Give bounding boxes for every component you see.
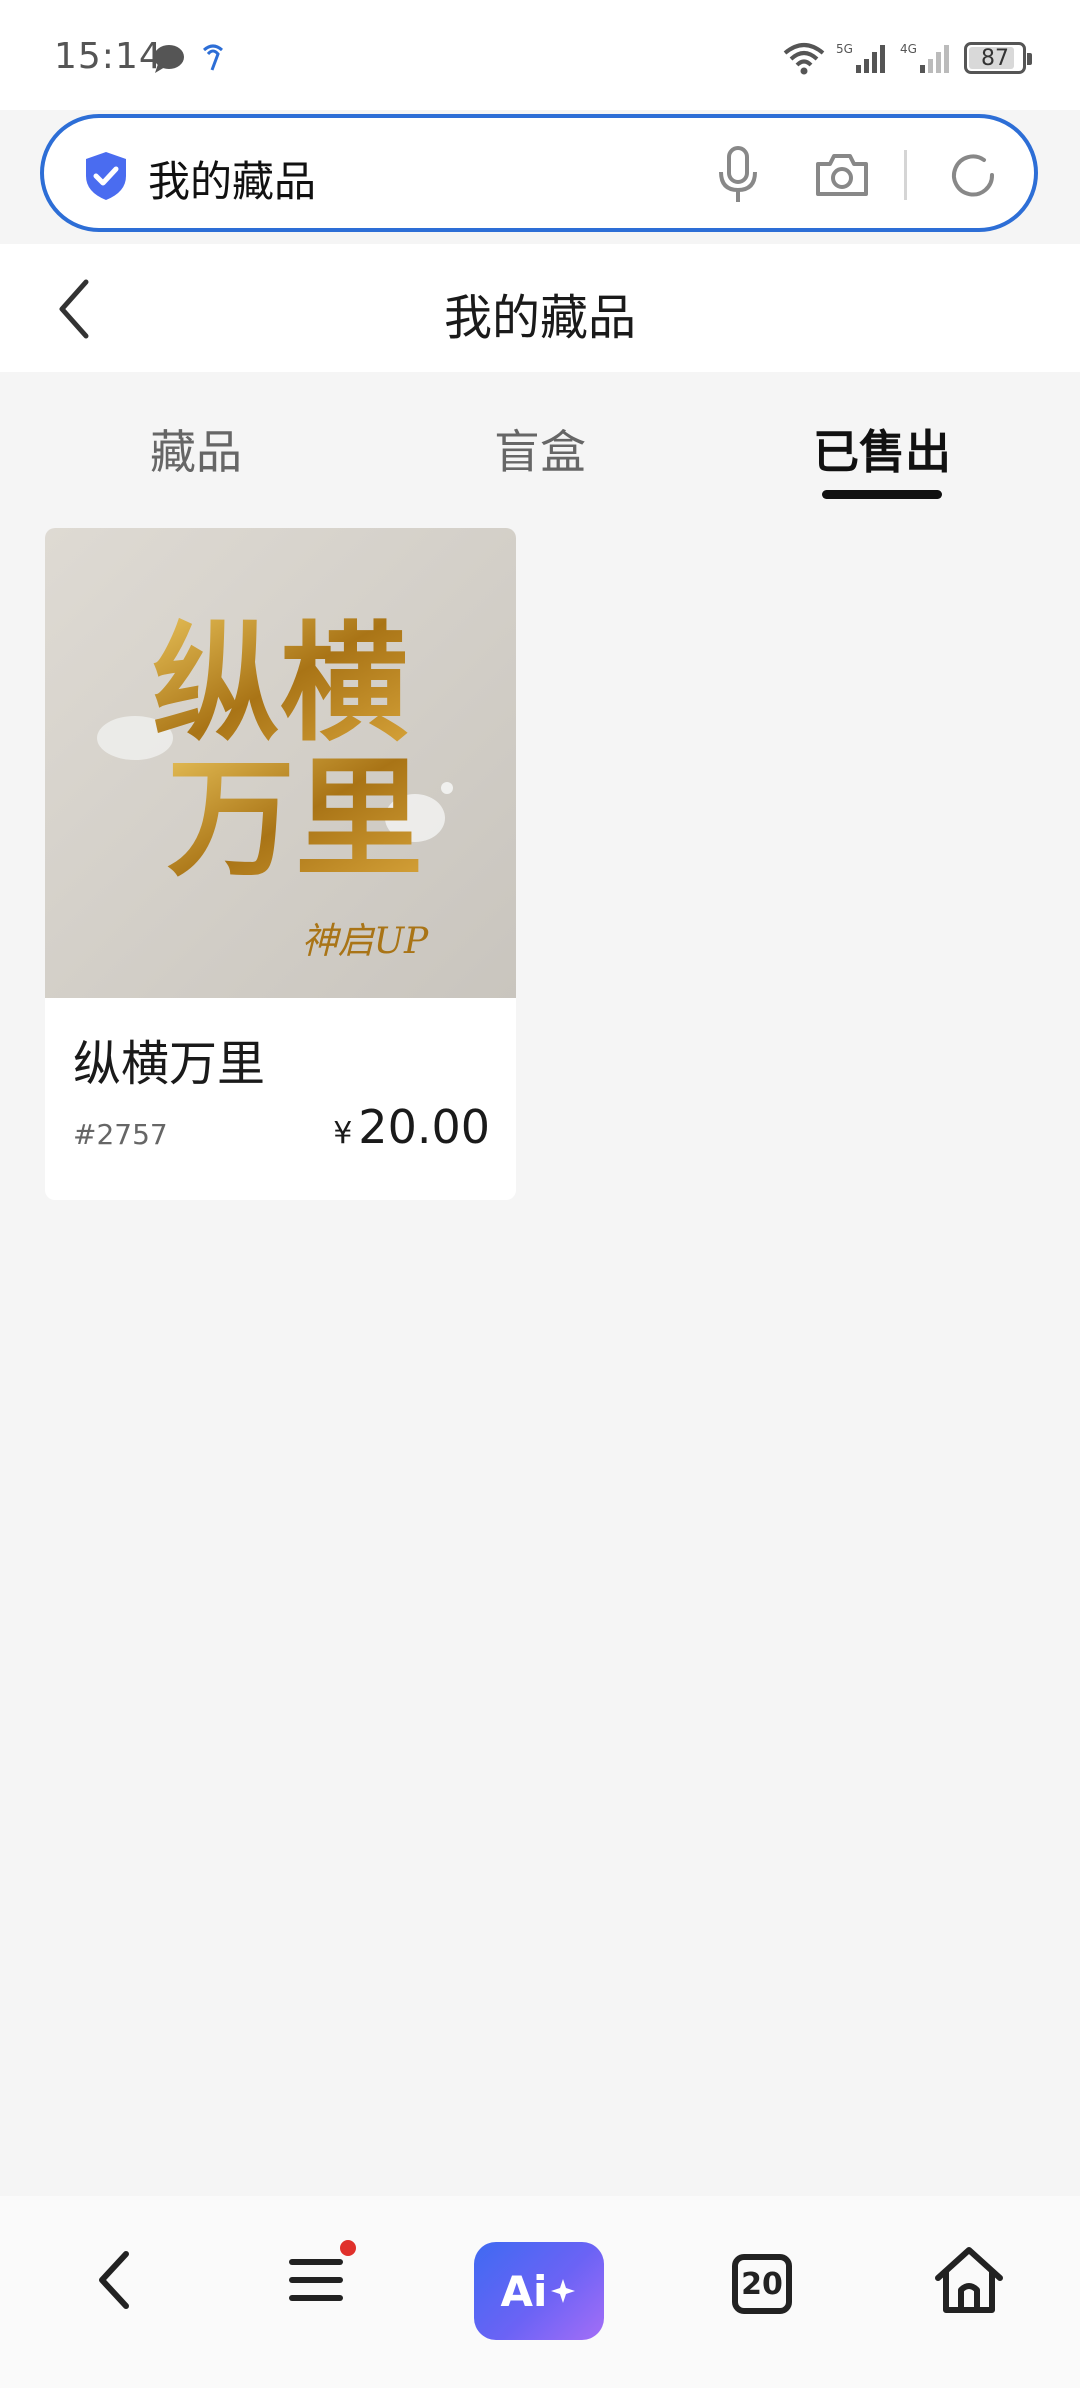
artwork-signature: 神启UP — [302, 921, 429, 962]
refresh-icon[interactable] — [948, 150, 998, 200]
ai-label: Ai — [500, 2266, 548, 2316]
search-divider — [904, 150, 907, 200]
status-indicators: 5G 4G 87 — [782, 38, 1032, 78]
wifi-icon — [783, 43, 825, 75]
status-time: 15:14 — [54, 36, 163, 77]
battery-icon: 87 — [964, 42, 1032, 74]
collection-card[interactable]: 纵横 万里 神启UP 纵横万里 #2757 ¥ 20.00 — [45, 528, 516, 1200]
signal-5g-icon: 5G — [836, 42, 885, 73]
tab-sold[interactable]: 已售出 — [782, 416, 982, 482]
item-price: ¥ 20.00 — [333, 1100, 490, 1154]
nav-menu-button[interactable] — [286, 2240, 356, 2316]
item-serial: #2757 — [73, 1118, 168, 1151]
signal-4g-icon: 4G — [900, 42, 949, 73]
tab-collection[interactable]: 藏品 — [96, 416, 296, 482]
notification-dot — [340, 2240, 356, 2256]
home-icon[interactable] — [932, 2244, 1006, 2316]
status-bar: 15:14 5G 4G 87 — [0, 0, 1080, 110]
camera-icon[interactable] — [814, 152, 870, 198]
shield-icon — [86, 152, 126, 200]
page-header: 我的藏品 — [0, 244, 1080, 372]
price-value: 20.00 — [358, 1100, 490, 1154]
bottom-nav: Ai 20 — [0, 2196, 1080, 2388]
svg-text:4G: 4G — [900, 42, 917, 56]
tab-bar: 藏品 盲盒 已售出 — [0, 372, 1080, 512]
svg-text:5G: 5G — [836, 42, 853, 56]
message-icon — [154, 45, 184, 73]
collection-artwork: 纵横 万里 神启UP — [45, 528, 516, 998]
nav-back-icon[interactable] — [86, 2244, 142, 2316]
price-currency: ¥ — [333, 1116, 353, 1151]
tabs-count-button[interactable]: 20 — [732, 2254, 792, 2314]
artwork-text-line2: 万里 — [167, 744, 423, 894]
battery-level: 87 — [981, 45, 1009, 71]
artwork-text-line1: 纵横 — [152, 609, 408, 759]
microphone-icon[interactable] — [716, 146, 760, 204]
sparkle-icon — [551, 2279, 576, 2303]
menu-icon — [289, 2259, 343, 2301]
item-title: 纵横万里 — [73, 1036, 266, 1092]
carrier-icon — [203, 44, 223, 71]
search-bar[interactable]: 我的藏品 — [40, 114, 1038, 232]
page-title: 我的藏品 — [443, 290, 636, 346]
ai-assistant-button[interactable]: Ai — [474, 2242, 604, 2340]
tab-active-indicator — [822, 490, 942, 499]
search-input[interactable]: 我的藏品 — [148, 148, 316, 209]
tab-blind-box[interactable]: 盲盒 — [440, 416, 640, 482]
